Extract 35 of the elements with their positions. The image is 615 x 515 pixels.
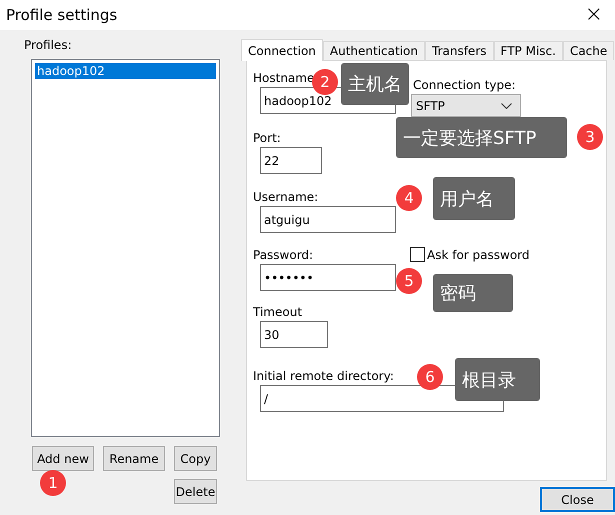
connection-type-dropdown[interactable]: SFTP xyxy=(411,94,521,117)
annotation-tooltip: 密码 xyxy=(433,274,513,312)
profile-button[interactable]: Delete xyxy=(174,479,217,504)
tab[interactable]: Cache xyxy=(562,41,614,60)
window-title: Profile settings xyxy=(6,6,118,24)
field-label: Timeout xyxy=(253,305,302,319)
timeout-field[interactable]: 30 xyxy=(260,321,328,348)
close-button[interactable]: Close xyxy=(540,487,615,512)
profiles-label: Profiles: xyxy=(24,38,72,52)
checkbox-label: Ask for password xyxy=(427,248,530,262)
close-icon[interactable]: × xyxy=(584,4,603,26)
username-field[interactable]: atguigu xyxy=(260,206,396,233)
number-badge: 1 xyxy=(40,470,66,496)
tab[interactable]: Transfers xyxy=(425,41,494,60)
tab[interactable]: Authentication xyxy=(322,41,425,60)
port-field[interactable]: 22 xyxy=(260,147,322,174)
profile-button[interactable]: Add new xyxy=(32,446,94,471)
profile-item[interactable]: hadoop102 xyxy=(35,63,216,79)
checkbox[interactable] xyxy=(410,247,425,262)
field-label: Hostname xyxy=(253,71,314,85)
field-label: Port: xyxy=(253,131,281,145)
profile-button[interactable]: Rename xyxy=(103,446,165,471)
annotation-tooltip: 用户名 xyxy=(433,177,515,220)
password-field[interactable]: ••••••• xyxy=(260,264,396,291)
field-label: Connection type: xyxy=(413,78,516,92)
field-label: Password: xyxy=(253,248,314,262)
tab[interactable]: Connection xyxy=(241,39,323,61)
field-label: Username: xyxy=(253,190,318,204)
annotation-tooltip: 根目录 xyxy=(455,358,540,401)
chevron-down-icon xyxy=(501,102,512,108)
profile-button[interactable]: Copy xyxy=(174,446,217,471)
tab[interactable]: FTP Misc. xyxy=(494,41,563,60)
field-label: Initial remote directory: xyxy=(253,369,394,383)
annotation-tooltip: 一定要选择SFTP xyxy=(396,117,567,158)
annotation-tooltip: 主机名 xyxy=(341,63,409,105)
